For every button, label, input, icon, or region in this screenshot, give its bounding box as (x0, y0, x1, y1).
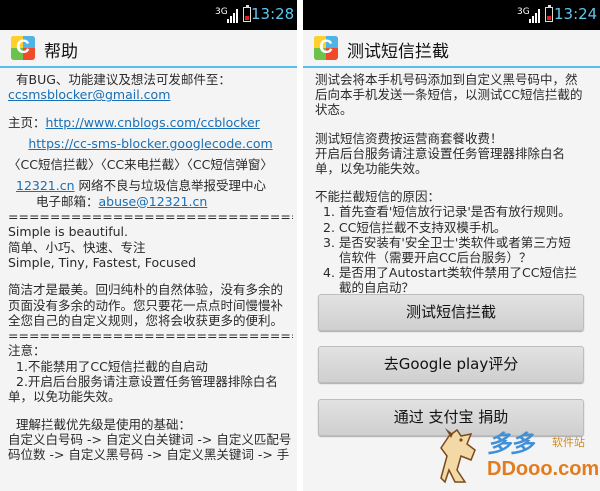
action-bar: C 帮助 (0, 30, 297, 68)
cc-sms-blocker-app-icon[interactable]: C (314, 36, 338, 60)
battery-low-icon (545, 5, 553, 22)
text-line: 1. 首先查看'短信放行记录'是否有放行规则。 (323, 204, 571, 220)
help-text-body[interactable]: 有BUG、功能建议及想法可发邮件至： ccsmsblocker@gmail.com… (8, 72, 293, 491)
label: 电子邮箱： (36, 193, 99, 209)
text-line: 不能拦截短信的原因： (315, 189, 441, 205)
battery-low-icon (243, 5, 251, 22)
text-line: ====================================== (8, 328, 293, 344)
text-line: 有BUG、功能建议及想法可发邮件至： (16, 72, 231, 87)
test-sms-block-button[interactable]: 测试短信拦截 (318, 294, 584, 331)
text-line: 主页：http://www.cnblogs.com/ccblocker (8, 115, 293, 130)
text-line: 单，以免功能失效。 (8, 389, 121, 405)
horse-logo-icon (440, 428, 476, 484)
text-line: 测试短信资费按运营商套餐收费！ (315, 130, 503, 146)
hyperlink[interactable]: 12321.cn (16, 178, 75, 193)
text-line: 全您自己的自定义规则，您将会收获更多的便利。 (8, 312, 284, 328)
screen-title: 测试短信拦截 (347, 42, 449, 62)
text-line: ccsmsblocker@gmail.com (8, 87, 293, 102)
rate-google-play-button[interactable]: 去Google play评分 (318, 346, 584, 383)
watermark-title: 多多 (487, 429, 534, 458)
text-line: 单，以免功能失效。 (315, 160, 428, 176)
text-line: 自定义白号码 -> 自定义白关键词 -> 自定义匹配号 (8, 431, 292, 447)
text-line: 注意： (8, 343, 46, 359)
text-line: https://cc-sms-blocker.googlecode.com (8, 136, 293, 151)
text-line: 12321.cn 网络不良与垃圾信息举报受理中心 (8, 178, 293, 193)
text-line: 状态。 (315, 102, 353, 118)
action-bar: C 测试短信拦截 (303, 30, 600, 68)
cc-sms-blocker-app-icon[interactable]: C (11, 36, 35, 60)
network-type: 3G (215, 7, 228, 17)
hyperlink[interactable]: abuse@12321.cn (99, 194, 208, 209)
text-line: 开启后台服务请注意设置任务管理器排除白名 (315, 145, 566, 161)
watermark-subtitle: 软件站 (552, 436, 585, 449)
text-line: 2.开启后台服务请注意设置任务管理器排除白名 (16, 374, 278, 390)
signal-bars-icon (529, 9, 541, 23)
text-line: 简单、小巧、快速、专注 (8, 239, 146, 255)
network-type: 3G (517, 7, 530, 17)
text-line: 简洁才是最美。回归纯朴的自然体验，没有多余的 (8, 282, 284, 298)
text-line: 码位数 -> 自定义黑号码 -> 自定义黑关键词 -> 手 (8, 447, 290, 463)
text-line: 1.不能禁用了CC短信拦截的自启动 (16, 358, 208, 374)
help-screen: 3G 13:28 C 帮助 有BUG、功能建议及想法可发邮件至： ccsmsblo… (0, 0, 297, 491)
screen-title: 帮助 (44, 42, 78, 62)
status-bar: 3G 13:24 (303, 0, 600, 30)
text-line: 信软件（需要开启CC后台服务）？ (339, 249, 532, 265)
text-line: 后向本手机发送一条短信，以测试CC短信拦截的 (315, 87, 583, 103)
text-line: Simple, Tiny, Fastest, Focused (8, 254, 197, 270)
status-clock: 13:24 (554, 5, 598, 23)
status-bar: 3G 13:28 (0, 0, 297, 30)
text-line: 页面没有多余的动作。您只要花一点点时间慢慢补 (8, 297, 284, 313)
hyperlink[interactable]: ccsmsblocker@gmail.com (8, 87, 170, 102)
text-line: 4. 是否用了Autostart类软件禁用了CC短信拦 (323, 265, 577, 281)
test-info-text: 测试会将本手机号码添加到自定义黑号码中，然 后向本手机发送一条短信，以测试CC短信… (315, 72, 594, 295)
test-sms-screen: 3G 13:24 C 测试短信拦截 测试会将本手机号码添加到自定义黑号码中，然后… (303, 0, 600, 491)
text-line: 理解拦截优先级是使用的基础： (16, 416, 192, 432)
text-line: Simple is beautiful. (8, 224, 128, 240)
text-line: 〈CC短信拦截〉〈CC来电拦截〉〈CC短信弹窗〉 (8, 157, 273, 173)
text-line: 测试会将本手机号码添加到自定义黑号码中，然 (315, 72, 578, 87)
signal-bars-icon (227, 9, 239, 23)
status-clock: 13:28 (251, 5, 295, 23)
hyperlink[interactable]: http://www.cnblogs.com/ccblocker (46, 115, 260, 130)
label: 主页： (8, 114, 46, 130)
text-line: 3. 是否安装有'安全卫士'类软件或者第三方短 (323, 234, 571, 250)
hyperlink[interactable]: https://cc-sms-blocker.googlecode.com (28, 136, 272, 151)
watermark-domain: DDooo.com (487, 458, 600, 480)
text-line: ====================================== (8, 209, 293, 225)
text-line: 2. CC短信拦截不支持双模手机。 (323, 219, 507, 235)
ddooo-watermark: 多多 软件站 DDooo.com (431, 418, 600, 488)
label: 网络不良与垃圾信息举报受理中心 (74, 178, 267, 194)
text-line: 电子邮箱：abuse@12321.cn (8, 194, 293, 209)
